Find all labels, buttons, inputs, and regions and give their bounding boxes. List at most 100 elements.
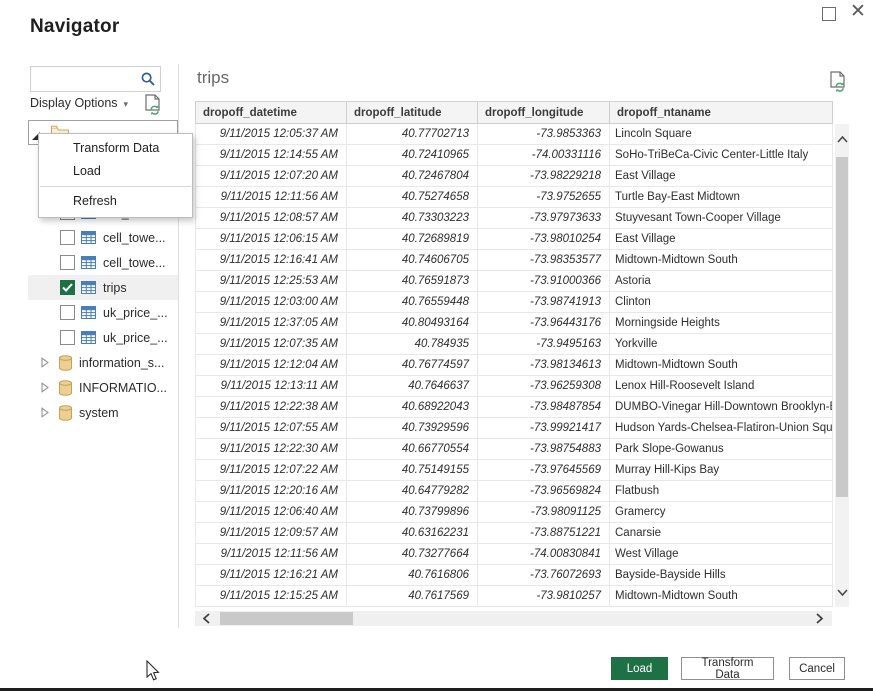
tree-item-system[interactable]: system [28,400,178,425]
tree-item-label: system [79,406,119,420]
chevron-down-icon: ▾ [124,99,129,109]
table-row: 9/11/2015 12:25:53 AM40.76591873-73.9100… [195,271,833,292]
menu-item-refresh[interactable]: Refresh [39,190,192,213]
table-cell: Bayside-Bayside Hills [610,565,833,586]
table-row: 9/11/2015 12:08:57 AM40.73303223-73.9797… [195,208,833,229]
horizontal-scroll-thumb[interactable] [220,612,353,625]
expand-chevron-icon[interactable] [41,357,50,368]
transform-data-button[interactable]: Transform Data [681,657,774,680]
tree-item-information-s[interactable]: information_s... [28,350,178,375]
load-button[interactable]: Load [611,657,668,680]
table-cell: 40.72410965 [347,145,478,166]
table-cell: -73.99921417 [478,418,610,439]
table-cell: 40.75149155 [347,460,478,481]
table-cell: -73.96259308 [478,376,610,397]
table-cell: -74.00830841 [478,544,610,565]
cancel-button[interactable]: Cancel [789,657,845,680]
table-icon [81,256,96,269]
expand-chevron-icon[interactable] [41,407,50,418]
table-cell: Astoria [610,271,833,292]
scroll-right-icon[interactable] [812,612,826,625]
refresh-preview-icon[interactable] [830,71,847,97]
table-cell: 40.68922043 [347,397,478,418]
tree-item-cell-towe[interactable]: cell_towe... [28,250,178,275]
table-cell: SoHo-TriBeCa-Civic Center-Little Italy [610,145,833,166]
table-cell: 9/11/2015 12:12:04 AM [195,355,347,376]
vertical-scroll-thumb[interactable] [836,157,848,497]
table-cell: 9/11/2015 12:07:35 AM [195,334,347,355]
table-cell: 9/11/2015 12:03:00 AM [195,292,347,313]
table-cell: 9/11/2015 12:07:20 AM [195,166,347,187]
display-options-label: Display Options [30,96,118,110]
scroll-left-icon[interactable] [199,612,213,625]
table-cell: -73.9810257 [478,586,610,607]
table-row: 9/11/2015 12:05:37 AM40.77702713-73.9853… [195,124,833,145]
checkbox-checked-icon[interactable] [60,280,75,295]
table-row: 9/11/2015 12:07:35 AM40.784935-73.949516… [195,334,833,355]
table-row: 9/11/2015 12:11:56 AM40.73277664-74.0083… [195,544,833,565]
table-row: 9/11/2015 12:07:22 AM40.75149155-73.9764… [195,460,833,481]
search-box[interactable] [30,66,161,92]
table-cell: 9/11/2015 12:07:55 AM [195,418,347,439]
tree-item-cell-towe[interactable]: cell_towe... [28,225,178,250]
checkbox-unchecked-icon[interactable] [60,230,75,245]
tree-item-uk-price[interactable]: uk_price_... [28,325,178,350]
table-cell: 40.784935 [347,334,478,355]
vertical-scrollbar[interactable] [835,124,849,607]
table-cell: -73.97645569 [478,460,610,481]
display-options-dropdown[interactable]: Display Options ▾ [30,96,128,110]
table-cell: 9/11/2015 12:05:37 AM [195,124,347,145]
table-cell: -73.9495163 [478,334,610,355]
checkbox-unchecked-icon[interactable] [60,330,75,345]
table-cell: 40.66770554 [347,439,478,460]
menu-item-load[interactable]: Load [39,160,192,183]
tree-item-label: INFORMATIO... [79,381,167,395]
scroll-down-icon[interactable] [836,585,848,599]
table-cell: Midtown-Midtown South [610,355,833,376]
preview-table: dropoff_datetimedropoff_latitudedropoff_… [195,101,833,607]
checkbox-unchecked-icon[interactable] [60,255,75,270]
search-input[interactable] [35,69,139,89]
table-cell: 40.76774597 [347,355,478,376]
table-row: 9/11/2015 12:13:11 AM40.7646637-73.96259… [195,376,833,397]
expand-chevron-icon[interactable] [41,382,50,393]
table-cell: East Village [610,166,833,187]
tree-item-trips[interactable]: trips [28,275,178,300]
table-cell: 9/11/2015 12:13:11 AM [195,376,347,397]
table-cell: West Village [610,544,833,565]
database-icon [59,380,72,396]
table-row: 9/11/2015 12:07:55 AM40.73929596-73.9992… [195,418,833,439]
tree-item-uk-price[interactable]: uk_price_... [28,300,178,325]
close-icon[interactable]: ✕ [850,1,866,23]
menu-item-transform-data[interactable]: Transform Data [39,137,192,160]
tree-item-label: uk_price_... [103,306,168,320]
mouse-cursor [146,660,161,687]
table-cell: 9/11/2015 12:06:40 AM [195,502,347,523]
refresh-preview-icon[interactable] [145,94,162,120]
table-cell: 9/11/2015 12:16:41 AM [195,250,347,271]
table-row: 9/11/2015 12:37:05 AM40.80493164-73.9644… [195,313,833,334]
table-row: 9/11/2015 12:06:15 AM40.72689819-73.9801… [195,229,833,250]
table-icon [81,331,96,344]
tree-item-label: cell_towe... [103,256,166,270]
table-cell: 40.76591873 [347,271,478,292]
dialog-title: Navigator [30,16,119,38]
horizontal-scrollbar[interactable] [195,611,832,626]
table-cell: 40.73277664 [347,544,478,565]
scroll-up-icon[interactable] [836,132,848,146]
table-cell: -73.98091125 [478,502,610,523]
table-cell: Morningside Heights [610,313,833,334]
table-cell: 9/11/2015 12:25:53 AM [195,271,347,292]
table-cell: -73.98010254 [478,229,610,250]
restore-icon[interactable] [822,7,836,21]
table-cell: -73.98134613 [478,355,610,376]
table-row: 9/11/2015 12:09:57 AM40.63162231-73.8875… [195,523,833,544]
table-row: 9/11/2015 12:22:38 AM40.68922043-73.9848… [195,397,833,418]
table-cell: East Village [610,229,833,250]
preview-table-title: trips [197,68,229,88]
checkbox-unchecked-icon[interactable] [60,305,75,320]
table-cell: 9/11/2015 12:37:05 AM [195,313,347,334]
tree-item-label: uk_price_... [103,331,168,345]
tree-item-informatio[interactable]: INFORMATIO... [28,375,178,400]
table-cell: 9/11/2015 12:08:57 AM [195,208,347,229]
